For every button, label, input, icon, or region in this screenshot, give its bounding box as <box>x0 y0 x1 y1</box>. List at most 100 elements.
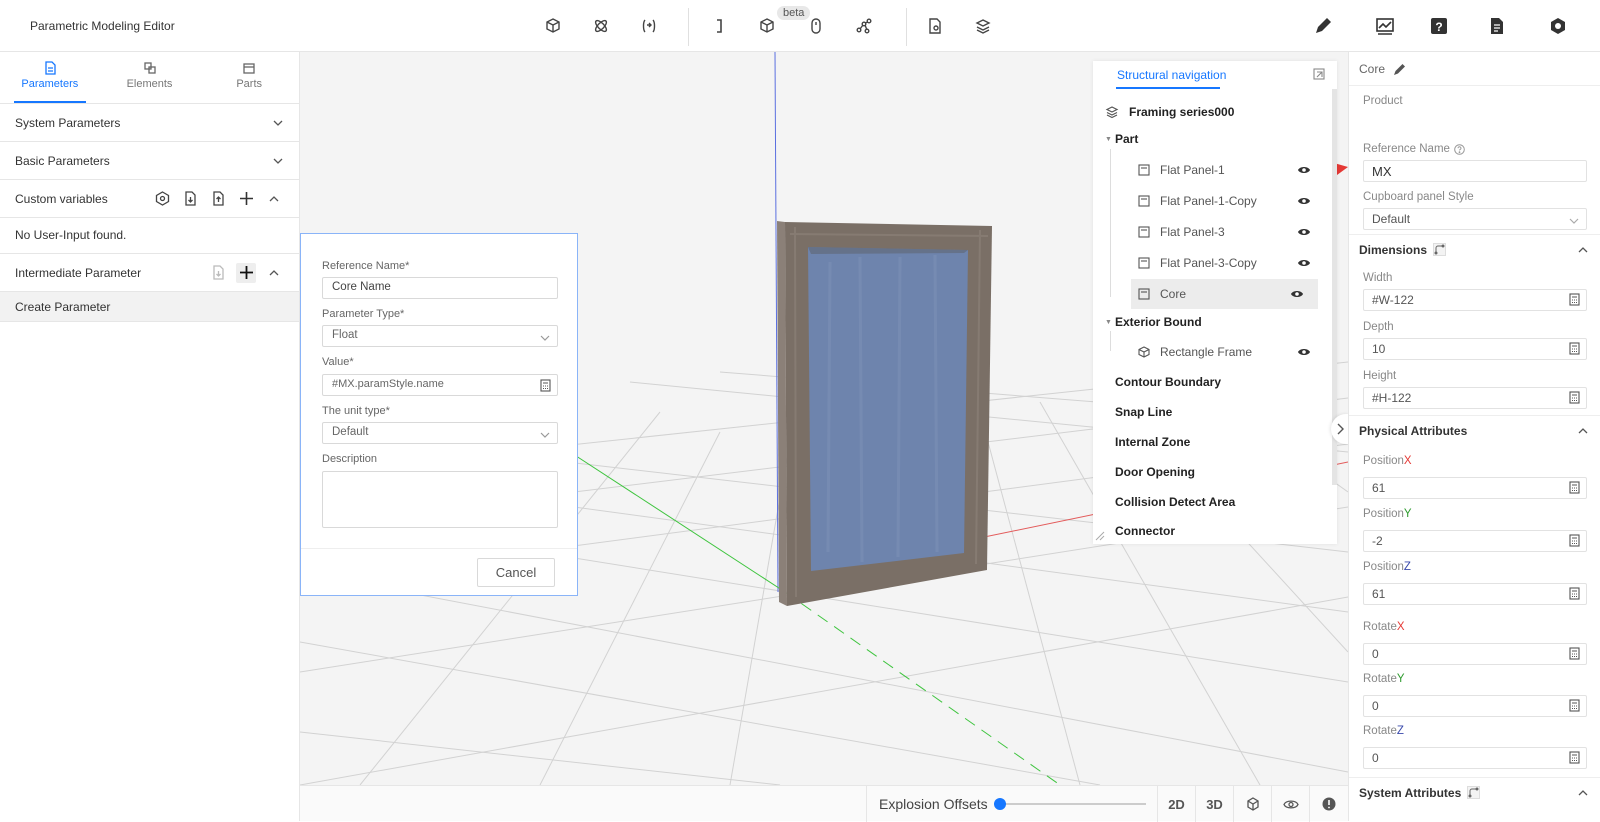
calculator-icon[interactable] <box>1569 534 1580 547</box>
system-parameters-section[interactable]: System Parameters <box>0 104 299 142</box>
eye-icon[interactable] <box>1297 347 1311 357</box>
calculator-icon[interactable] <box>1569 391 1580 404</box>
cube-plus-icon[interactable] <box>756 14 780 38</box>
eye-icon[interactable] <box>1297 196 1311 206</box>
calculator-icon[interactable] <box>1569 751 1580 764</box>
reference-name-input[interactable]: Core Name <box>322 277 558 299</box>
nav-tab-title[interactable]: Structural navigation <box>1117 68 1226 82</box>
chevron-up-icon[interactable] <box>264 263 284 283</box>
document-settings-icon[interactable] <box>923 14 947 38</box>
tab-parameters[interactable]: Parameters <box>0 52 100 103</box>
visibility-button[interactable] <box>1271 786 1309 822</box>
pencil-icon[interactable] <box>1311 14 1335 38</box>
calculator-icon[interactable] <box>1569 481 1580 494</box>
physical-attributes-section[interactable]: Physical Attributes <box>1349 415 1600 445</box>
nodes-icon[interactable] <box>852 14 876 38</box>
width-input[interactable]: #W-122 <box>1363 289 1587 311</box>
nav-exterior-item[interactable]: Rectangle Frame <box>1138 337 1325 367</box>
value-input[interactable]: #MX.paramStyle.name <box>322 374 558 396</box>
cancel-button[interactable]: Cancel <box>477 558 555 587</box>
calculator-icon[interactable] <box>1569 293 1580 306</box>
cube-view-button[interactable] <box>1233 786 1271 822</box>
help-icon[interactable]: ? <box>1427 14 1451 38</box>
info-button[interactable] <box>1309 786 1347 822</box>
settings-icon[interactable] <box>152 189 172 209</box>
layers-icon[interactable] <box>971 14 995 38</box>
rotate-x-input[interactable]: 0 <box>1363 643 1587 665</box>
help-circle-icon[interactable] <box>1454 143 1465 155</box>
tab-parts[interactable]: Parts <box>199 52 299 103</box>
intermediate-parameter-section[interactable]: Intermediate Parameter <box>0 254 299 292</box>
document-icon[interactable] <box>1485 14 1509 38</box>
toolbar-divider <box>906 8 907 46</box>
position-x-input[interactable]: 61 <box>1363 477 1587 499</box>
curve-icon[interactable] <box>1433 243 1447 256</box>
nav-part-item[interactable]: Flat Panel-3 <box>1138 217 1325 247</box>
chart-icon[interactable] <box>1373 14 1397 38</box>
nav-group-collision-detect-area[interactable]: Collision Detect Area <box>1115 487 1337 517</box>
nav-part-item-selected[interactable]: Core <box>1131 279 1318 309</box>
calculator-icon[interactable] <box>1569 647 1580 660</box>
atom-icon[interactable] <box>589 14 613 38</box>
edit-icon[interactable] <box>1393 63 1406 76</box>
explosion-slider-track[interactable] <box>1000 803 1146 805</box>
eye-icon[interactable] <box>1290 289 1304 299</box>
eye-icon[interactable] <box>1297 165 1311 175</box>
curve-icon[interactable] <box>1467 786 1481 799</box>
bracket-icon[interactable] <box>707 14 731 38</box>
nav-group-contour-boundary[interactable]: Contour Boundary <box>1115 367 1337 397</box>
description-textarea[interactable] <box>322 471 558 528</box>
add-icon[interactable] <box>236 189 256 209</box>
nav-part-label: Core <box>1160 287 1187 301</box>
height-input[interactable]: #H-122 <box>1363 387 1587 409</box>
nav-part-item[interactable]: Flat Panel-1 <box>1138 155 1325 185</box>
view-3d-button[interactable]: 3D <box>1195 786 1233 822</box>
nav-part-item[interactable]: Flat Panel-3-Copy <box>1138 248 1325 278</box>
nav-group-exterior[interactable]: ▼ Exterior Bound <box>1105 307 1337 337</box>
export-icon[interactable] <box>208 189 228 209</box>
position-z-input[interactable]: 61 <box>1363 583 1587 605</box>
expand-icon[interactable] <box>1313 68 1325 80</box>
cupboard-style-select[interactable]: Default <box>1363 208 1587 230</box>
dimensions-section[interactable]: Dimensions <box>1349 234 1600 264</box>
nav-group-connector[interactable]: Connector <box>1115 516 1337 544</box>
calculator-icon[interactable] <box>540 379 551 392</box>
import-icon[interactable] <box>180 189 200 209</box>
parameter-brackets-icon[interactable] <box>637 14 661 38</box>
depth-input[interactable]: 10 <box>1363 338 1587 360</box>
create-parameter-item[interactable]: Create Parameter <box>0 292 299 322</box>
tab-elements[interactable]: Elements <box>100 52 200 103</box>
calculator-icon[interactable] <box>1569 342 1580 355</box>
eye-icon[interactable] <box>1297 227 1311 237</box>
nav-part-item[interactable]: Flat Panel-1-Copy <box>1138 186 1325 216</box>
reference-name-input[interactable]: MX <box>1363 160 1587 182</box>
import-icon[interactable] <box>208 263 228 283</box>
cube-grid-icon[interactable] <box>541 14 565 38</box>
rotate-y-input[interactable]: 0 <box>1363 695 1587 717</box>
view-2d-button[interactable]: 2D <box>1157 786 1195 822</box>
system-attributes-section[interactable]: System Attributes <box>1349 777 1600 807</box>
door-model[interactable] <box>777 221 992 606</box>
nav-group-door-opening[interactable]: Door Opening <box>1115 457 1337 487</box>
custom-variables-section[interactable]: Custom variables <box>0 180 299 218</box>
calculator-icon[interactable] <box>1569 587 1580 600</box>
reference-name-field: Reference Name <box>1363 143 1465 155</box>
explosion-slider-thumb[interactable] <box>994 798 1006 810</box>
mouse-icon[interactable] <box>804 14 828 38</box>
parameter-type-select[interactable]: Float <box>322 325 558 347</box>
resize-handle-icon[interactable] <box>1095 531 1105 541</box>
unit-type-select[interactable]: Default <box>322 422 558 444</box>
hexagon-settings-icon[interactable] <box>1546 14 1570 38</box>
add-icon[interactable] <box>236 262 256 283</box>
eye-icon[interactable] <box>1297 258 1311 268</box>
rotate-z-input[interactable]: 0 <box>1363 747 1587 769</box>
calculator-icon[interactable] <box>1569 699 1580 712</box>
height-label: Height <box>1363 370 1397 382</box>
position-y-input[interactable]: -2 <box>1363 530 1587 552</box>
basic-parameters-section[interactable]: Basic Parameters <box>0 142 299 180</box>
nav-group-part[interactable]: ▼ Part <box>1105 124 1337 154</box>
nav-root[interactable]: Framing series000 <box>1105 97 1337 127</box>
chevron-up-icon[interactable] <box>264 189 284 209</box>
nav-group-snap-line[interactable]: Snap Line <box>1115 397 1337 427</box>
nav-group-internal-zone[interactable]: Internal Zone <box>1115 427 1337 457</box>
